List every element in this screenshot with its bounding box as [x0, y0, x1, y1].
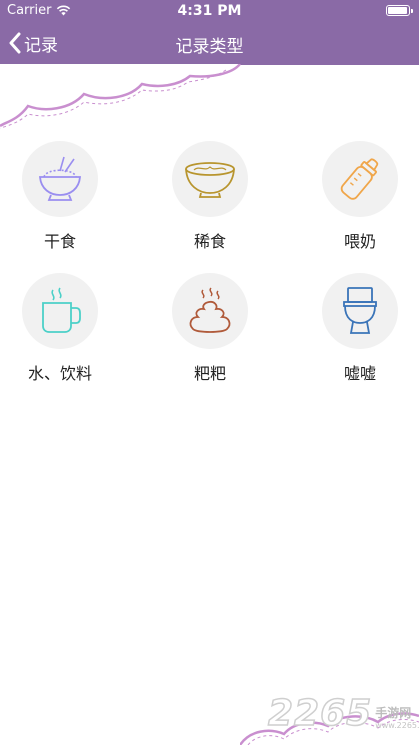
cup-icon [42, 287, 81, 333]
watermark-logo: 2265 手游网 www.2265.com [267, 692, 419, 735]
category-milk[interactable]: 喂奶 [300, 141, 419, 261]
icon-circle [172, 273, 248, 349]
porridge-bowl-icon [185, 162, 235, 198]
toilet-icon [343, 287, 377, 334]
nav-bar: 记录 记录类型 [0, 22, 419, 65]
category-label: 喂奶 [343, 232, 376, 251]
rice-bowl-icon [39, 156, 81, 201]
baby-bottle-icon [340, 158, 379, 200]
poop-icon [189, 287, 231, 333]
page-title: 记录类型 [175, 37, 244, 57]
watermark-name: 手游网 [375, 706, 412, 720]
icon-circle [22, 141, 98, 217]
category-label: 嘘嘘 [343, 364, 376, 383]
status-bar: Carrier 4:31 PM [0, 0, 419, 22]
watermark-number: 2265 [267, 692, 373, 735]
icon-circle [22, 273, 98, 349]
category-water-drinks[interactable]: 水、饮料 [0, 273, 120, 393]
icon-circle [322, 141, 398, 217]
category-porridge[interactable]: 稀食 [150, 141, 270, 261]
scallop-cloud-decoration [0, 64, 241, 129]
category-label: 稀食 [193, 232, 226, 251]
category-label: 水、饮料 [27, 364, 92, 383]
watermark-url: www.2265.com [375, 721, 419, 730]
status-time: 4:31 PM [177, 3, 242, 19]
top-bar: Carrier 4:31 PM 记录 记录类型 [0, 0, 419, 65]
category-poop[interactable]: 粑粑 [150, 273, 270, 393]
icon-circle [172, 141, 248, 217]
battery-icon [386, 5, 413, 16]
icon-circle [322, 273, 398, 349]
watermark-text: 手游网 www.2265.com [375, 704, 419, 730]
category-label: 干食 [43, 232, 76, 251]
category-dry-food[interactable]: 干食 [0, 141, 120, 261]
category-label: 粑粑 [193, 364, 226, 383]
battery-fill [388, 7, 407, 14]
category-pee[interactable]: 嘘嘘 [300, 273, 419, 393]
